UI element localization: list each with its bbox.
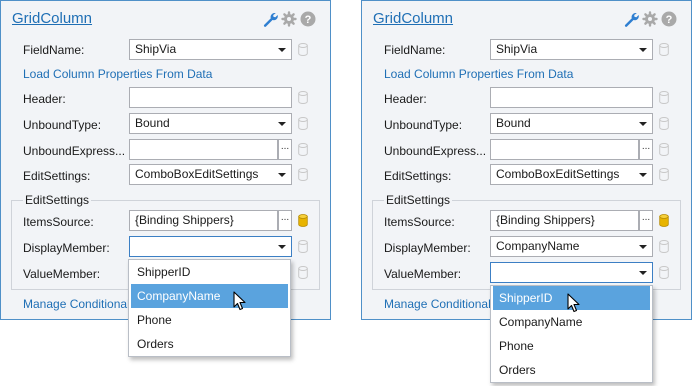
load-column-properties-link[interactable]: Load Column Properties From Data [384, 67, 573, 81]
chevron-down-icon[interactable] [639, 271, 647, 275]
edit-settings-label: EditSettings: [384, 169, 452, 183]
items-source-value: {Binding Shippers} [135, 213, 234, 227]
display-member-combobox[interactable]: CompanyName [490, 236, 653, 257]
edit-settings-value: ComboBoxEditSettings [135, 167, 259, 181]
display-member-value: CompanyName [496, 239, 580, 253]
database-icon[interactable] [659, 240, 669, 253]
mouse-pointer-icon [233, 291, 246, 311]
header-label: Header: [23, 92, 66, 106]
display-member-combobox[interactable] [129, 236, 292, 257]
database-bound-icon[interactable] [298, 214, 308, 227]
items-source-label: ItemsSource: [384, 215, 455, 229]
header-label: Header: [384, 92, 427, 106]
dropdown-item[interactable]: Phone [491, 334, 652, 358]
dropdown-item[interactable]: Phone [129, 308, 290, 332]
unbound-type-label: UnboundType: [23, 118, 102, 132]
database-icon[interactable] [659, 143, 669, 156]
chevron-down-icon[interactable] [278, 173, 286, 177]
edit-settings-combobox[interactable]: ComboBoxEditSettings [129, 164, 292, 185]
dropdown-item[interactable]: Orders [491, 358, 652, 382]
items-source-label: ItemsSource: [23, 215, 94, 229]
field-name-label: FieldName: [384, 43, 446, 57]
gear-icon[interactable] [281, 11, 297, 27]
load-column-properties-link[interactable]: Load Column Properties From Data [23, 67, 212, 81]
unbound-type-value: Bound [496, 116, 531, 130]
chevron-down-icon[interactable] [278, 122, 286, 126]
dropdown-item[interactable]: CompanyName [491, 310, 652, 334]
display-member-label: DisplayMember: [23, 241, 110, 255]
database-icon[interactable] [659, 43, 669, 56]
database-icon[interactable] [298, 143, 308, 156]
edit-settings-value: ComboBoxEditSettings [496, 167, 620, 181]
chevron-down-icon[interactable] [278, 48, 286, 52]
manage-conditional-link[interactable]: Manage Conditional [384, 297, 491, 311]
database-icon[interactable] [298, 117, 308, 130]
database-icon[interactable] [659, 266, 669, 279]
field-name-value: ShipVia [496, 42, 538, 56]
items-source-ellipsis-button[interactable]: ... [278, 210, 292, 231]
unbound-expression-ellipsis-button[interactable]: ... [278, 139, 292, 160]
unbound-type-combobox[interactable]: Bound [490, 113, 653, 134]
panel-title[interactable]: GridColumn [12, 10, 92, 27]
unbound-expression-ellipsis-button[interactable]: ... [639, 139, 653, 160]
edit-settings-combobox[interactable]: ComboBoxEditSettings [490, 164, 653, 185]
database-icon[interactable] [298, 240, 308, 253]
database-icon[interactable] [659, 168, 669, 181]
field-name-value: ShipVia [135, 42, 177, 56]
database-icon[interactable] [659, 117, 669, 130]
unbound-type-value: Bound [135, 116, 170, 130]
value-member-label: ValueMember: [384, 267, 462, 281]
chevron-down-icon[interactable] [639, 48, 647, 52]
items-source-value: {Binding Shippers} [496, 213, 595, 227]
mouse-pointer-icon [567, 293, 580, 313]
wrench-icon[interactable] [262, 11, 278, 27]
items-source-ellipsis-button[interactable]: ... [639, 210, 653, 231]
value-member-combobox[interactable] [490, 262, 653, 283]
database-bound-icon[interactable] [659, 214, 669, 227]
unbound-type-combobox[interactable]: Bound [129, 113, 292, 134]
dropdown-item[interactable]: Orders [129, 332, 290, 356]
svg-text:?: ? [666, 14, 673, 26]
help-icon[interactable]: ? [661, 11, 677, 27]
dropdown-item[interactable]: ShipperID [129, 260, 290, 284]
field-name-combobox[interactable]: ShipVia [129, 39, 292, 60]
edit-settings-label: EditSettings: [23, 169, 91, 183]
database-icon[interactable] [298, 91, 308, 104]
grid-column-panel-right: GridColumn ? FieldName: ShipVia Load Col… [361, 0, 692, 320]
edit-settings-group-title: EditSettings [23, 193, 92, 207]
unbound-type-label: UnboundType: [384, 118, 463, 132]
value-member-label: ValueMember: [23, 267, 101, 281]
display-member-label: DisplayMember: [384, 241, 471, 255]
chevron-down-icon[interactable] [639, 122, 647, 126]
panel-title[interactable]: GridColumn [373, 10, 453, 27]
display-member-dropdown-list: ShipperID CompanyName Phone Orders [128, 259, 291, 357]
manage-conditional-link[interactable]: Manage Conditional [23, 297, 130, 311]
gear-icon[interactable] [642, 11, 658, 27]
unbound-expression-input[interactable] [129, 139, 278, 160]
database-icon[interactable] [298, 266, 308, 279]
items-source-input[interactable]: {Binding Shippers} [129, 210, 278, 231]
wrench-icon[interactable] [623, 11, 639, 27]
header-input[interactable] [490, 87, 653, 108]
unbound-expression-label: UnboundExpress... [384, 144, 487, 158]
edit-settings-group-title: EditSettings [384, 193, 453, 207]
database-icon[interactable] [298, 43, 308, 56]
dropdown-item-selected[interactable]: CompanyName [131, 284, 288, 308]
unbound-expression-label: UnboundExpress... [23, 144, 126, 158]
database-icon[interactable] [298, 168, 308, 181]
unbound-expression-input[interactable] [490, 139, 639, 160]
field-name-combobox[interactable]: ShipVia [490, 39, 653, 60]
help-icon[interactable]: ? [300, 11, 316, 27]
header-input[interactable] [129, 87, 292, 108]
chevron-down-icon[interactable] [639, 245, 647, 249]
svg-text:?: ? [305, 14, 312, 26]
database-icon[interactable] [659, 91, 669, 104]
items-source-input[interactable]: {Binding Shippers} [490, 210, 639, 231]
chevron-down-icon[interactable] [639, 173, 647, 177]
chevron-down-icon[interactable] [278, 245, 286, 249]
field-name-label: FieldName: [23, 43, 85, 57]
